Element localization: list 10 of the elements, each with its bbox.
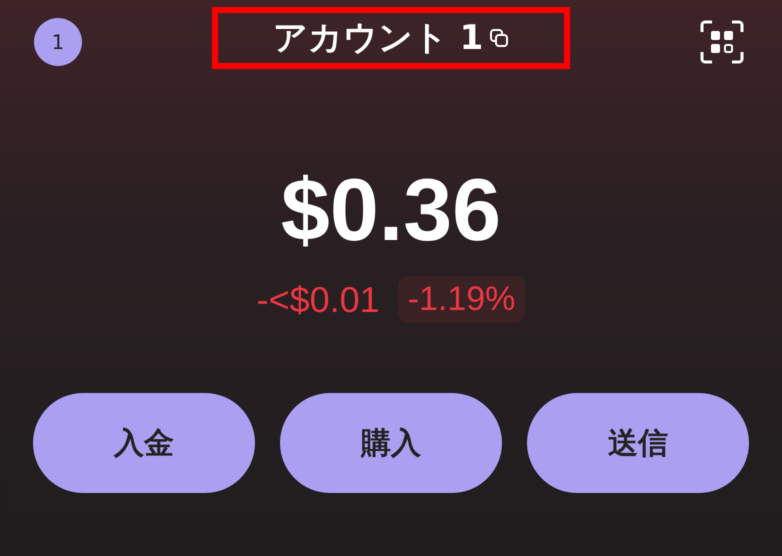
account-avatar[interactable]: 1 <box>34 18 82 66</box>
balance-change: -<$0.01 <box>256 278 380 320</box>
action-button[interactable]: 入金 <box>33 393 255 493</box>
action-button[interactable]: 送信 <box>527 393 749 493</box>
qr-scan-icon[interactable] <box>700 20 744 64</box>
percent-change-badge: -1.19% <box>398 276 526 323</box>
account-title[interactable]: アカウント 1 <box>272 15 484 61</box>
action-button[interactable]: 購入 <box>280 393 502 493</box>
copy-icon[interactable] <box>489 28 510 48</box>
balance-amount: $0.36 <box>280 166 502 254</box>
